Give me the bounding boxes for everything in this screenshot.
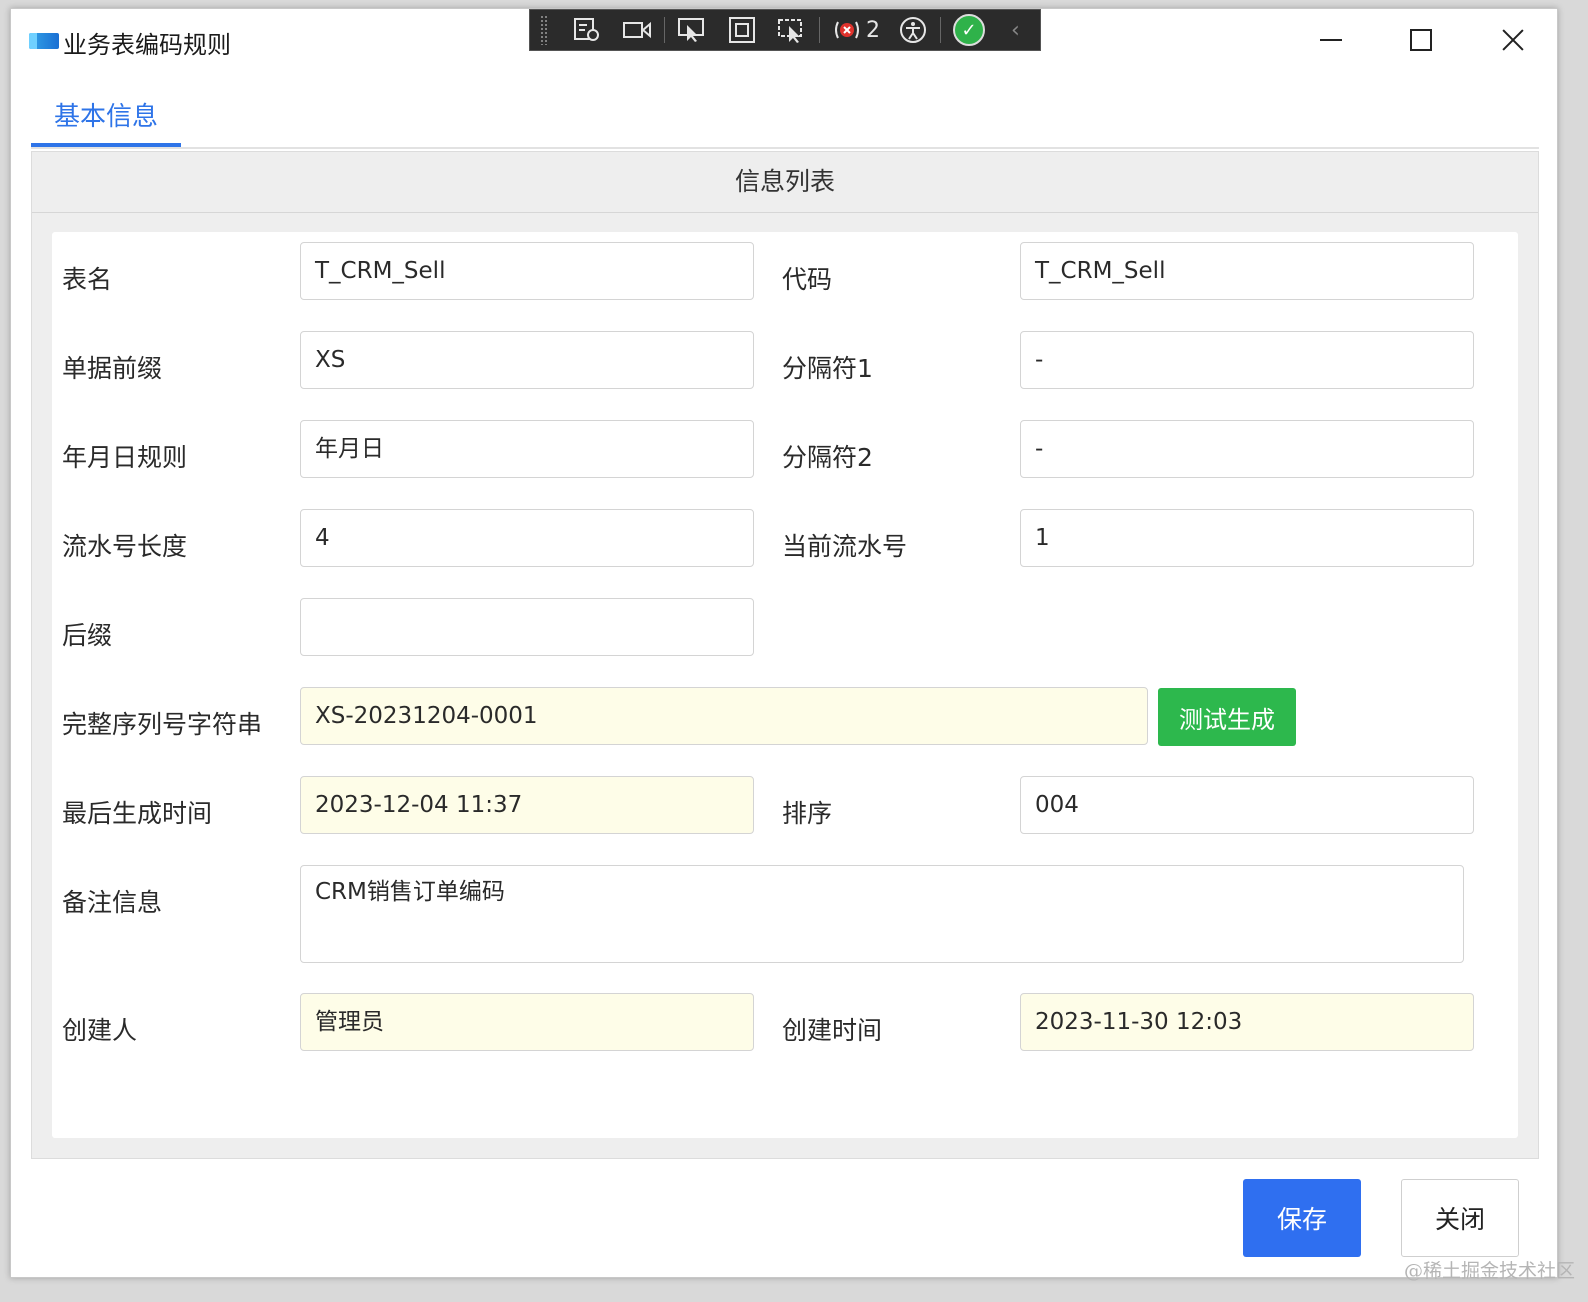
sort-input[interactable]: 004: [1020, 776, 1474, 834]
select-element-icon[interactable]: [677, 16, 707, 44]
tab-strip-divider: [31, 147, 1539, 149]
accessibility-icon[interactable]: [898, 16, 928, 44]
current-serial-input[interactable]: 1: [1020, 509, 1474, 567]
minimize-button[interactable]: [1301, 17, 1361, 63]
separator2-input[interactable]: -: [1020, 420, 1474, 478]
window-title: 业务表编码规则: [63, 31, 231, 59]
separator2-label: 分隔符2: [782, 443, 873, 472]
toolbar-separator: [819, 17, 820, 43]
track-focused-element-icon[interactable]: [777, 16, 807, 44]
drag-handle-icon[interactable]: [540, 15, 548, 45]
title-bar[interactable]: 业务表编码规则 2 ✓ ‹: [11, 9, 1557, 67]
watermark: @稀土掘金技术社区: [1404, 1260, 1576, 1282]
binding-failure-count: 2: [866, 17, 880, 43]
display-layout-adorners-icon[interactable]: [727, 16, 757, 44]
record-camera-icon[interactable]: [622, 16, 652, 44]
form-area: 表名 T_CRM_Sell 代码 T_CRM_Sell 单据前缀 XS 分隔符1…: [52, 232, 1518, 1138]
minimize-icon: [1320, 39, 1342, 41]
remark-textarea[interactable]: CRM销售订单编码: [300, 865, 1464, 963]
dialog-window: 业务表编码规则 2 ✓ ‹ 基本信息 信息列表 表名 T_CRM_Sell 代码…: [10, 8, 1558, 1278]
date-rule-label: 年月日规则: [62, 443, 188, 472]
prefix-label: 单据前缀: [62, 354, 163, 383]
close-icon: [1502, 29, 1524, 51]
save-button[interactable]: 保存: [1243, 1179, 1361, 1257]
maximize-button[interactable]: [1391, 17, 1451, 63]
panel-header: 信息列表: [32, 152, 1538, 213]
app-icon: [29, 33, 59, 49]
status-ok-icon[interactable]: ✓: [953, 14, 985, 46]
binding-failures-icon[interactable]: [832, 16, 862, 44]
info-panel: 信息列表 表名 T_CRM_Sell 代码 T_CRM_Sell 单据前缀 XS…: [31, 151, 1539, 1159]
debug-toolbar: 2 ✓ ‹: [529, 9, 1041, 51]
last-gen-time-label: 最后生成时间: [62, 799, 213, 828]
current-serial-label: 当前流水号: [782, 532, 908, 561]
toolbar-separator: [664, 17, 665, 43]
prefix-input[interactable]: XS: [300, 331, 754, 389]
creator-label: 创建人: [62, 1016, 138, 1045]
separator1-label: 分隔符1: [782, 354, 873, 383]
table-name-input[interactable]: T_CRM_Sell: [300, 242, 754, 300]
suffix-label: 后缀: [62, 621, 113, 650]
toolbar-separator: [940, 17, 941, 43]
create-time-label: 创建时间: [782, 1016, 883, 1045]
collapse-toolbar-icon[interactable]: ‹: [1011, 18, 1020, 43]
close-window-button[interactable]: [1483, 17, 1543, 63]
suffix-input[interactable]: [300, 598, 754, 656]
full-serial-label: 完整序列号字符串: [62, 710, 263, 739]
close-button[interactable]: 关闭: [1401, 1179, 1519, 1257]
remark-label: 备注信息: [62, 888, 163, 917]
creator-input[interactable]: 管理员: [300, 993, 754, 1051]
create-time-input[interactable]: 2023-11-30 12:03: [1020, 993, 1474, 1051]
maximize-icon: [1410, 29, 1432, 51]
tab-basic-info[interactable]: 基本信息: [31, 97, 181, 147]
sort-label: 排序: [782, 799, 833, 828]
full-serial-input[interactable]: XS-20231204-0001: [300, 687, 1148, 745]
code-label: 代码: [782, 265, 833, 294]
table-name-label: 表名: [62, 265, 113, 294]
separator1-input[interactable]: -: [1020, 331, 1474, 389]
date-rule-input[interactable]: 年月日: [300, 420, 754, 478]
last-gen-time-input[interactable]: 2023-12-04 11:37: [300, 776, 754, 834]
test-generate-button[interactable]: 测试生成: [1158, 688, 1296, 746]
live-visual-tree-icon[interactable]: [572, 16, 602, 44]
serial-length-label: 流水号长度: [62, 532, 188, 561]
serial-length-input[interactable]: 4: [300, 509, 754, 567]
code-input[interactable]: T_CRM_Sell: [1020, 242, 1474, 300]
